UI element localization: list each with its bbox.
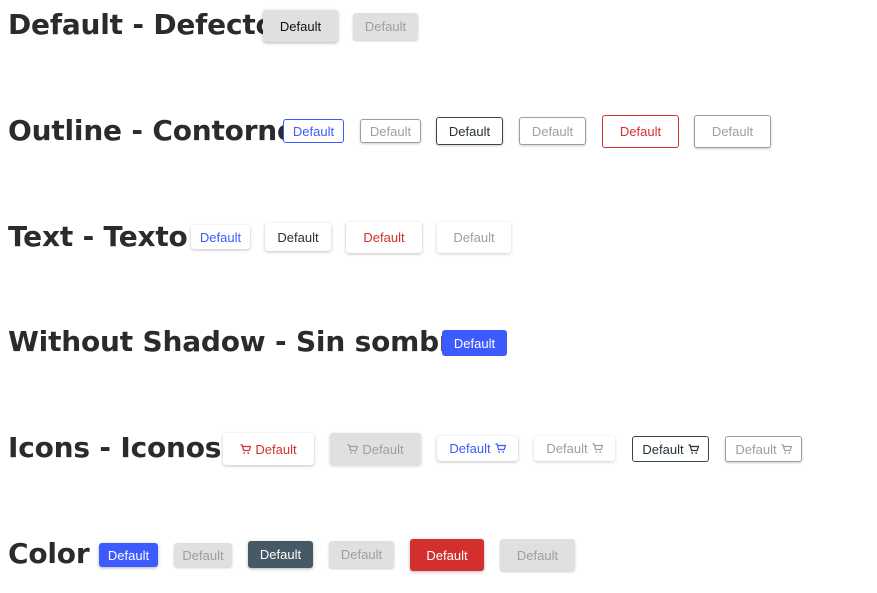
outline-danger-button[interactable]: Default [602,115,679,148]
color-primary-button-disabled: Default [174,543,232,567]
outline-danger-button-disabled: Default [694,115,771,148]
cart-icon [592,443,603,454]
text-dark-button[interactable]: Default [265,223,331,251]
icon-button-disabled-label: Default [362,441,404,457]
color-primary-button[interactable]: Default [99,543,158,567]
noshadow-primary-button[interactable]: Default [442,330,507,356]
icon-primary-button-label: Default [449,441,491,456]
cart-icon [781,443,792,455]
color-danger-button[interactable]: Default [410,539,484,571]
text-button-disabled: Default [437,222,511,253]
cart-icon [495,443,506,454]
icon-outline-dark-button-label: Default [642,441,684,457]
section-outline-title: Outline - Contorno [8,114,297,147]
icon-danger-button[interactable]: Default [223,433,314,465]
cart-icon [347,443,359,455]
section-noshadow-title: Without Shadow - Sin sombra [8,325,472,358]
outline-primary-button[interactable]: Default [283,119,344,143]
default-button-disabled: Default [353,13,418,40]
outline-dark-button-disabled: Default [519,117,586,145]
section-icons-title: Icons - Iconos [8,431,222,464]
icon-button-disabled: Default [330,433,421,465]
text-danger-button[interactable]: Default [346,222,422,253]
icon-primary-button[interactable]: Default [437,436,518,461]
icon-danger-button-label: Default [255,441,297,457]
icon-text-button-disabled: Default [534,436,615,461]
text-primary-button[interactable]: Default [191,225,250,249]
section-color-title: Color [8,537,90,570]
outline-primary-button-disabled: Default [360,119,421,143]
section-text-title: Text - Texto [8,220,188,253]
default-button[interactable]: Default [263,10,338,42]
color-dark-button-disabled: Default [329,541,394,568]
cart-icon [688,443,699,455]
icon-outline-button-disabled: Default [725,436,802,462]
icon-text-button-disabled-label: Default [546,441,588,456]
cart-icon [240,443,252,455]
section-default-title: Default - Defecto [8,8,275,41]
icon-outline-dark-button[interactable]: Default [632,436,709,462]
outline-dark-button[interactable]: Default [436,117,503,145]
color-dark-button[interactable]: Default [248,541,313,568]
icon-outline-button-disabled-label: Default [735,441,777,457]
color-danger-button-disabled: Default [500,539,575,571]
